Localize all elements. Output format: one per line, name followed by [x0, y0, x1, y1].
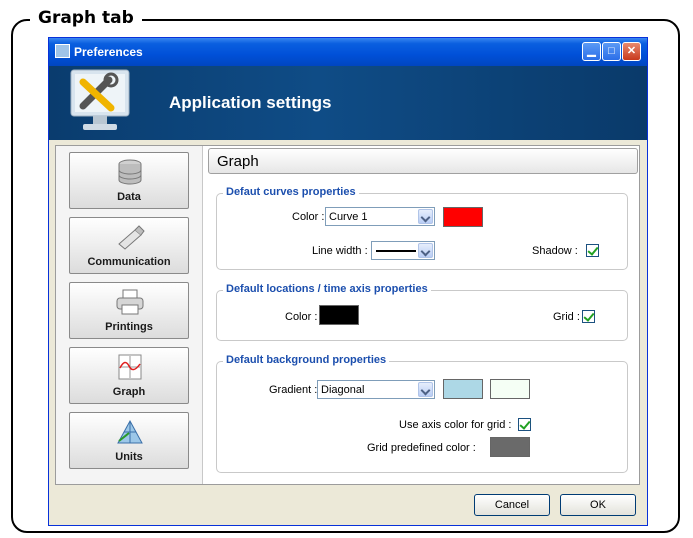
sidebar-item-label: Printings — [105, 321, 153, 333]
sidebar-item-graph[interactable]: Graph — [69, 347, 189, 404]
axis-group: Default locations / time axis properties… — [216, 283, 628, 341]
sidebar-item-data[interactable]: Data — [69, 152, 189, 209]
sidebar-item-printings[interactable]: Printings — [69, 282, 189, 339]
graph-panel: Graph Defaut curves properties Color : C… — [208, 148, 638, 482]
chevron-down-icon[interactable] — [418, 243, 433, 258]
curve-color-label: Color : — [292, 211, 325, 223]
banner: Application settings — [49, 66, 647, 140]
sidebar-nav: Data Communication Printings Graph Units — [56, 146, 203, 484]
ok-button[interactable]: OK — [560, 494, 636, 516]
close-button[interactable]: ✕ — [622, 42, 641, 61]
curve-select[interactable]: Curve 1 — [325, 207, 435, 226]
line-width-select[interactable] — [371, 241, 435, 260]
panel-header: Graph — [208, 148, 638, 174]
chevron-down-icon[interactable] — [418, 382, 433, 397]
minimize-button[interactable]: ▁ — [582, 42, 601, 61]
axis-color-swatch[interactable] — [319, 305, 359, 325]
shadow-checkbox[interactable] — [586, 244, 599, 257]
sidebar-item-label: Units — [115, 451, 143, 463]
gradient-select[interactable]: Diagonal — [317, 380, 435, 399]
window-title: Preferences — [74, 45, 143, 59]
axis-group-title: Default locations / time axis properties — [223, 283, 431, 295]
background-group: Default background properties Gradient :… — [216, 354, 628, 473]
panel-title: Graph — [217, 153, 259, 170]
graph-icon — [118, 354, 142, 380]
printer-icon — [116, 289, 144, 315]
app-icon — [55, 44, 70, 58]
background-group-title: Default background properties — [223, 354, 390, 366]
sidebar-item-label: Data — [117, 191, 141, 203]
cancel-button[interactable]: Cancel — [474, 494, 550, 516]
use-axis-color-label: Use axis color for grid : — [399, 419, 512, 431]
grid-predefined-color-swatch[interactable] — [490, 437, 530, 457]
background-color2-swatch[interactable] — [490, 379, 530, 399]
sidebar-item-units[interactable]: Units — [69, 412, 189, 469]
preferences-window: Preferences ▁ □ ✕ Application settings D — [48, 37, 648, 526]
sidebar-item-label: Communication — [87, 256, 171, 268]
maximize-button[interactable]: □ — [602, 42, 621, 61]
tools-monitor-icon — [70, 69, 130, 130]
line-width-label: Line width : — [312, 245, 368, 257]
grid-checkbox[interactable] — [582, 310, 595, 323]
shadow-label: Shadow : — [532, 245, 578, 257]
line-sample — [376, 250, 416, 252]
grid-label: Grid : — [553, 311, 580, 323]
curves-group: Defaut curves properties Color : Curve 1… — [216, 186, 628, 270]
sidebar-item-label: Graph — [112, 386, 146, 398]
gradient-select-value: Diagonal — [321, 384, 365, 396]
use-axis-color-checkbox[interactable] — [518, 418, 531, 431]
chevron-down-icon[interactable] — [418, 209, 433, 224]
caption: Graph tab — [30, 7, 142, 29]
sidebar-item-communication[interactable]: Communication — [69, 217, 189, 274]
curves-group-title: Defaut curves properties — [223, 186, 359, 198]
axis-color-label: Color : — [285, 311, 318, 323]
curve-color-swatch[interactable] — [443, 207, 483, 227]
gradient-label: Gradient : — [269, 384, 318, 396]
usb-icon — [118, 225, 145, 250]
content-area: Data Communication Printings Graph Units… — [55, 145, 640, 485]
background-color1-swatch[interactable] — [443, 379, 483, 399]
units-icon — [117, 419, 143, 444]
database-icon — [118, 159, 142, 185]
banner-title: Application settings — [169, 93, 332, 112]
grid-predefined-color-label: Grid predefined color : — [367, 442, 476, 454]
title-bar[interactable]: Preferences ▁ □ ✕ — [49, 38, 647, 66]
curve-select-value: Curve 1 — [329, 211, 368, 223]
